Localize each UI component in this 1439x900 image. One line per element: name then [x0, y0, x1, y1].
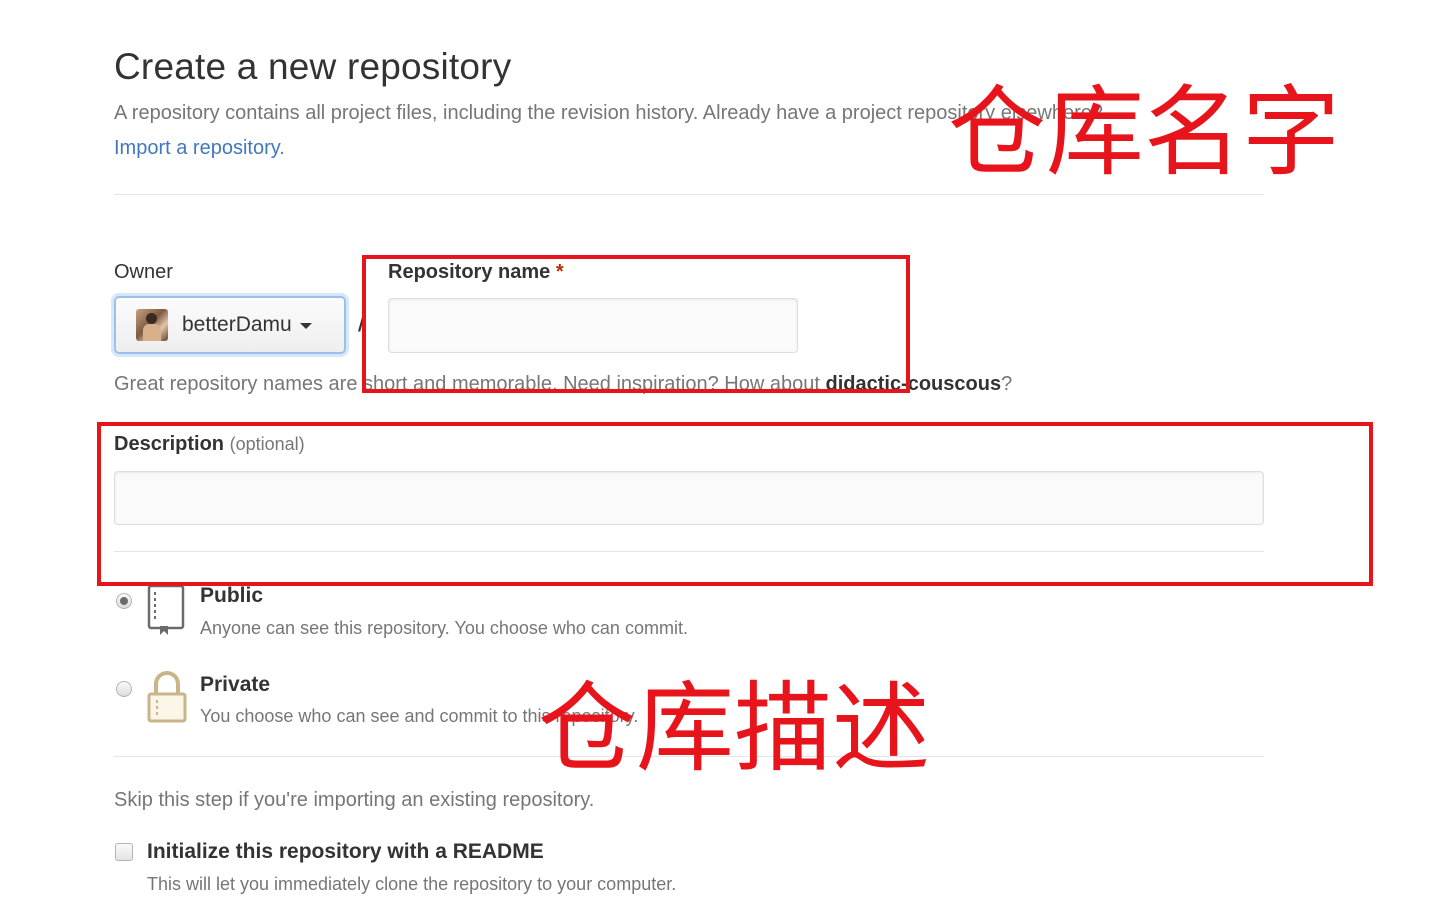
import-repository-link[interactable]: Import a repository — [114, 137, 279, 159]
readme-desc: This will let you immediately clone the … — [147, 874, 677, 894]
owner-label: Owner — [114, 261, 173, 283]
chevron-down-icon — [299, 323, 312, 329]
header-divider — [114, 194, 1264, 195]
hint-suffix: ? — [1001, 373, 1013, 395]
annotation-box-description — [97, 422, 1373, 586]
public-desc: Anyone can see this repository. You choo… — [200, 618, 688, 638]
owner-select-button[interactable]: betterDamu — [114, 296, 346, 354]
import-line: Import a repository. — [114, 137, 285, 160]
public-radio[interactable] — [116, 593, 132, 609]
skip-note: Skip this step if you're importing an ex… — [114, 789, 595, 811]
readme-label[interactable]: Initialize this repository with a README — [147, 840, 544, 864]
page-title: Create a new repository — [114, 46, 512, 87]
lock-icon — [147, 671, 187, 723]
avatar — [136, 309, 168, 341]
annotation-text-description: 仓库描述 — [538, 672, 931, 786]
public-title: Public — [200, 584, 264, 607]
annotation-box-repo-name — [362, 255, 910, 393]
readme-checkbox[interactable] — [115, 843, 133, 861]
private-title: Private — [200, 673, 271, 696]
repo-book-icon — [147, 584, 185, 635]
import-period: . — [279, 137, 285, 159]
private-radio[interactable] — [116, 681, 132, 697]
owner-name: betterDamu — [182, 313, 292, 336]
annotation-text-repo-name: 仓库名字 — [948, 76, 1341, 190]
